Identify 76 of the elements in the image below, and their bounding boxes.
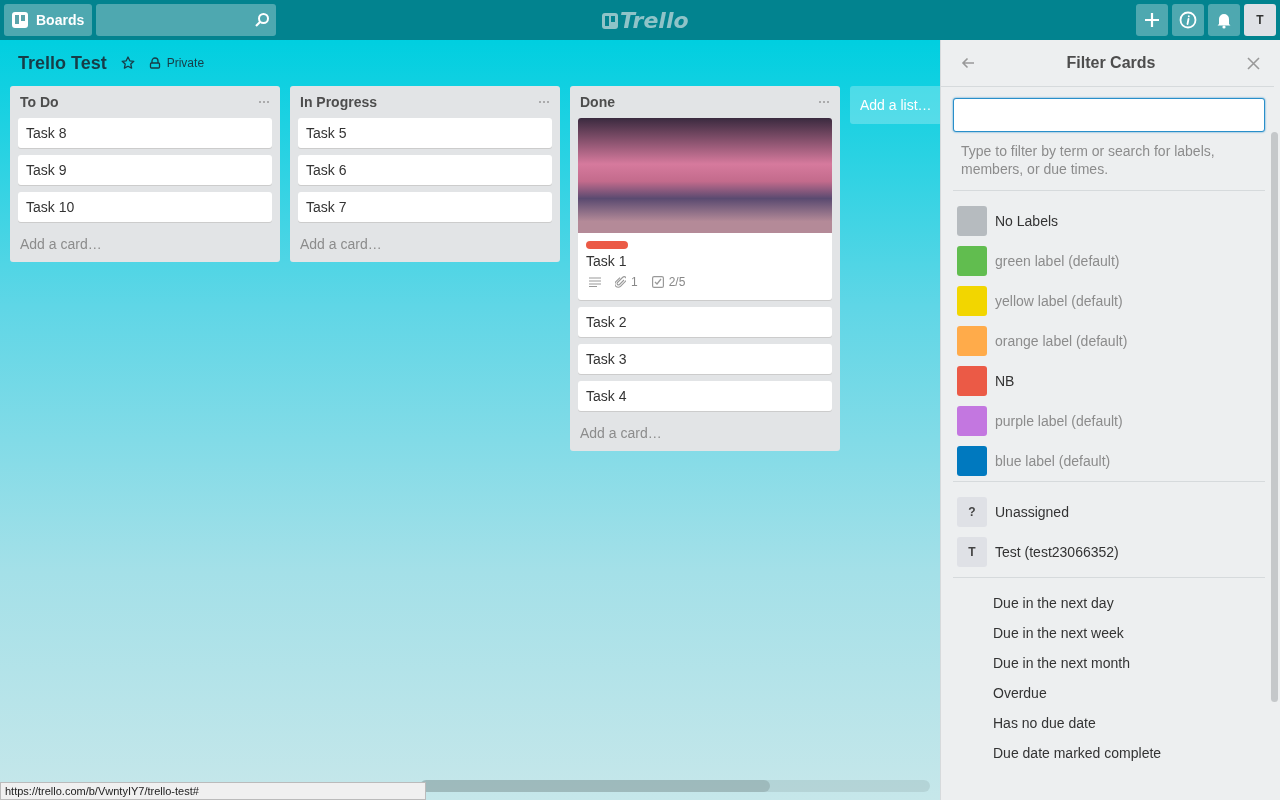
close-icon[interactable] [1247,56,1260,70]
bell-icon [1216,11,1232,29]
card-title: Task 3 [586,351,627,367]
task-card[interactable]: Task 8 [18,118,272,148]
due-filter-item[interactable]: Due in the next month [953,648,1266,678]
panel-title: Filter Cards [1066,54,1156,72]
info-icon [1179,11,1197,29]
card-title: Task 10 [26,199,75,215]
member-filter-item[interactable]: T Test (test23066352) [953,532,1266,572]
due-filter-item[interactable]: Due in the next week [953,618,1266,648]
task-card[interactable]: Task 9 [18,155,272,185]
label-filter-item[interactable]: No Labels [953,201,1266,241]
add-button[interactable] [1136,4,1168,36]
list-title[interactable]: Done [580,94,615,110]
board-icon [12,12,28,28]
search-field[interactable] [96,4,277,36]
description-icon [589,277,601,287]
card-title: Task 8 [26,125,67,141]
card-title: Task 2 [586,314,627,330]
filter-input[interactable] [953,98,1265,132]
label-name: yellow label (default) [995,293,1123,309]
label-name: blue label (default) [995,453,1111,469]
member-name: Unassigned [995,504,1069,520]
star-icon[interactable] [120,56,135,70]
due-filter-item[interactable]: Has no due date [953,708,1266,738]
member-filter-item[interactable]: ? Unassigned [953,492,1266,532]
label-name: orange label (default) [995,333,1128,349]
label-name: green label (default) [995,253,1120,269]
card-title: Task 4 [586,388,627,404]
logo-icon [602,12,618,29]
list-title[interactable]: To Do [20,94,59,110]
plus-icon [1144,12,1160,28]
panel-scrollbar[interactable] [1271,132,1278,702]
task-card[interactable]: Task 5 [298,118,552,148]
card-title: Task 1 [586,253,627,269]
more-icon[interactable] [818,100,830,104]
member-name: Test (test23066352) [995,544,1119,560]
card-title: Task 6 [306,162,347,178]
more-icon[interactable] [258,100,270,104]
task-card[interactable]: Task 3 [578,344,832,374]
card-title: Task 7 [306,199,347,215]
avatar[interactable]: T [1244,4,1276,36]
label-filter-item[interactable]: NB [953,361,1266,401]
status-url: https://trello.com/b/VwntyIY7/trello-test# [0,782,426,800]
task-card[interactable]: Task 2 [578,307,832,337]
info-button[interactable] [1172,4,1204,36]
task-card[interactable]: Task 4 [578,381,832,411]
due-filter-item[interactable]: Due in the next day [953,588,1266,618]
board-title[interactable]: Trello Test [18,52,107,74]
checklist-count: 2/5 [668,275,686,289]
filter-hint: Type to filter by term or search for labels, members, or due times. [960,142,1216,179]
checklist-icon [651,276,664,288]
member-avatar: ? [957,497,987,527]
task-card[interactable]: Task 7 [298,192,552,222]
due-filter-item[interactable]: Overdue [953,678,1266,708]
lock-icon [148,57,161,69]
member-avatar: T [957,537,987,567]
card-title: Task 5 [306,125,347,141]
paperclip-icon [615,276,626,288]
back-arrow-icon[interactable] [961,57,975,69]
logo-text: Trello [620,8,689,33]
search-icon [254,12,271,28]
task-card[interactable]: Task 10 [18,192,272,222]
more-icon[interactable] [538,100,550,104]
label-name: purple label (default) [995,413,1123,429]
task-card[interactable]: Task 6 [298,155,552,185]
card-title: Task 9 [26,162,67,178]
task-card[interactable]: Task 1 1 2/5 [578,118,832,300]
label-name: No Labels [995,213,1059,229]
label-name: NB [995,373,1015,389]
due-filter-item[interactable]: Due date marked complete [953,738,1266,768]
notifications-button[interactable] [1208,4,1240,36]
list-title[interactable]: In Progress [300,94,378,110]
visibility-label[interactable]: Private [166,56,205,70]
scrollbar[interactable] [420,780,930,792]
attachment-count: 1 [631,275,638,289]
